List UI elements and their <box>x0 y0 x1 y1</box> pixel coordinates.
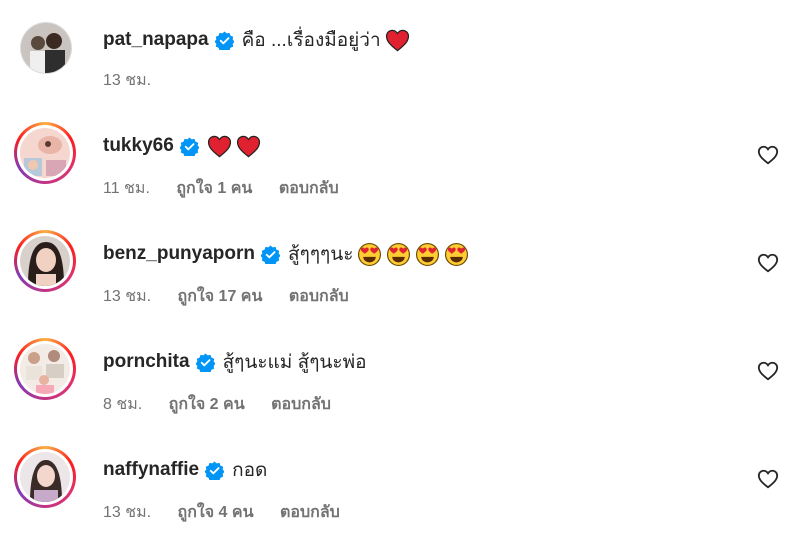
username[interactable]: benz_punyaporn <box>103 243 255 265</box>
avatar-image <box>20 236 70 286</box>
username[interactable]: tukky66 <box>103 135 174 157</box>
comment-text: สู้ๆๆๆนะ <box>288 244 354 265</box>
comment-meta: 8 ชม. ถูกใจ 2 คน ตอบกลับ <box>103 392 353 417</box>
like-heart-icon[interactable] <box>757 468 779 490</box>
comment-line: naffynaffie กอด <box>103 456 267 484</box>
avatar-image <box>20 128 70 178</box>
avatar[interactable] <box>14 338 76 400</box>
username[interactable]: pornchita <box>103 351 190 373</box>
comment-item: pornchita สู้ๆนะแม่ สู้ๆนะพ่อ 8 ชม. ถูกใ… <box>0 324 800 424</box>
comment-line: pornchita สู้ๆนะแม่ สู้ๆนะพ่อ <box>103 348 367 376</box>
verified-badge-icon <box>214 30 234 50</box>
red-heart-emoji-icon <box>385 29 409 51</box>
timestamp[interactable]: 13 ชม. <box>103 288 151 305</box>
likes-count[interactable]: ถูกใจ 17 คน <box>178 288 263 305</box>
avatar[interactable] <box>14 230 76 292</box>
comment-line: pat_napapa คือ ...เรื่องมือยู่ว่า <box>103 26 410 54</box>
comment-text: กอด <box>232 460 268 481</box>
timestamp[interactable]: 13 ชม. <box>103 72 151 89</box>
verified-badge-icon <box>179 136 199 156</box>
comment-item: benz_punyaporn สู้ๆๆๆนะ 13 ชม. ถูกใจ 17 … <box>0 216 800 316</box>
avatar-image <box>20 344 70 394</box>
likes-count[interactable]: ถูกใจ 1 คน <box>176 180 252 197</box>
comment-text: คือ ...เรื่องมือยู่ว่า <box>241 30 381 51</box>
like-heart-icon[interactable] <box>757 252 779 274</box>
avatar[interactable] <box>14 446 76 508</box>
comment-text: สู้ๆนะแม่ สู้ๆนะพ่อ <box>222 352 367 373</box>
heart-eyes-emoji-icon <box>358 242 382 266</box>
reply-button[interactable]: ตอบกลับ <box>289 288 349 305</box>
comment-meta: 13 ชม. <box>103 68 173 93</box>
avatar[interactable] <box>20 22 72 74</box>
avatar-image <box>21 23 71 73</box>
comment-item: naffynaffie กอด 13 ชม. ถูกใจ 4 คน ตอบกลั… <box>0 432 800 532</box>
username[interactable]: pat_napapa <box>103 29 209 51</box>
like-heart-icon[interactable] <box>757 144 779 166</box>
verified-badge-icon <box>205 460 225 480</box>
timestamp[interactable]: 11 ชม. <box>103 180 150 197</box>
avatar-image <box>20 452 70 502</box>
heart-eyes-emoji-icon <box>445 242 469 266</box>
reply-button[interactable]: ตอบกลับ <box>279 180 339 197</box>
comment-item: pat_napapa คือ ...เรื่องมือยู่ว่า 13 ชม. <box>0 0 800 100</box>
verified-badge-icon <box>261 244 281 264</box>
timestamp[interactable]: 8 ชม. <box>103 396 142 413</box>
likes-count[interactable]: ถูกใจ 2 คน <box>169 396 245 413</box>
timestamp[interactable]: 13 ชม. <box>103 504 151 521</box>
verified-badge-icon <box>195 352 215 372</box>
comment-item: tukky66 11 ชม. ถูกใจ 1 คน ตอบกลับ <box>0 108 800 208</box>
like-heart-icon[interactable] <box>757 360 779 382</box>
username[interactable]: naffynaffie <box>103 459 199 481</box>
red-heart-emoji-icon <box>207 135 231 157</box>
avatar[interactable] <box>14 122 76 184</box>
comment-meta: 13 ชม. ถูกใจ 17 คน ตอบกลับ <box>103 284 371 309</box>
likes-count[interactable]: ถูกใจ 4 คน <box>178 504 254 521</box>
heart-eyes-emoji-icon <box>387 242 411 266</box>
comment-meta: 11 ชม. ถูกใจ 1 คน ตอบกลับ <box>103 176 361 201</box>
comment-line: tukky66 <box>103 132 261 160</box>
comment-line: benz_punyaporn สู้ๆๆๆนะ <box>103 240 469 268</box>
red-heart-emoji-icon <box>236 135 260 157</box>
reply-button[interactable]: ตอบกลับ <box>280 504 340 521</box>
reply-button[interactable]: ตอบกลับ <box>271 396 331 413</box>
heart-eyes-emoji-icon <box>416 242 440 266</box>
comment-meta: 13 ชม. ถูกใจ 4 คน ตอบกลับ <box>103 500 362 525</box>
